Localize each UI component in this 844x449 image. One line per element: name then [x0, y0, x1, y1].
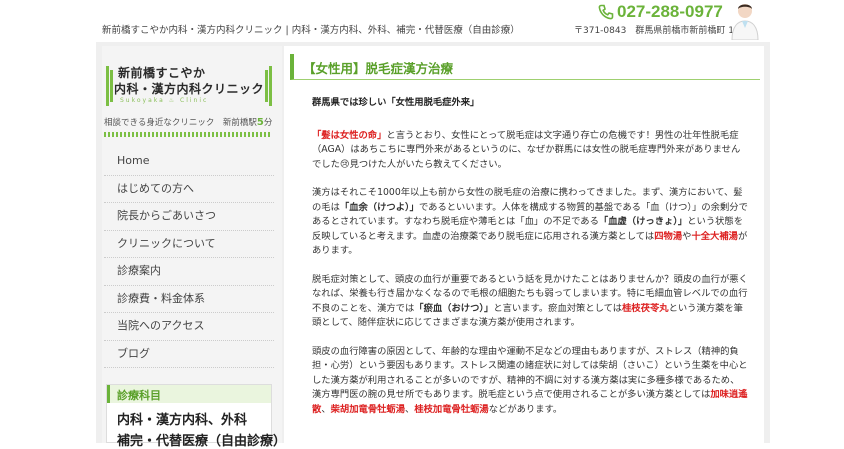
departments-box: 診療科目 内科・漢方内科、外科 補完・代替医療（自由診療）: [106, 384, 286, 449]
emphasis-text: 「血虚（けっきょ）」: [598, 216, 688, 227]
logo-bar-left-inner: [110, 70, 113, 102]
paragraph-text: などがあります。: [488, 403, 563, 415]
phone-number[interactable]: 027-288-0977: [598, 2, 723, 22]
menu-item-about[interactable]: クリニックについて: [104, 231, 274, 258]
dotted-divider: [104, 132, 272, 137]
paragraph-text: 頭皮の血行障害の原因として、年齢的な理由や運動不足などの理由もありますが、ストレ…: [312, 345, 748, 401]
departments-heading: 診療科目: [117, 389, 161, 402]
doctor-avatar: [731, 4, 759, 40]
article-paragraph-4: 頭皮の血行障害の原因として、年齢的な理由や運動不足などの理由もありますが、ストレ…: [312, 345, 748, 418]
phone-text: 027-288-0977: [617, 2, 723, 21]
menu-item-first-visit[interactable]: はじめての方へ: [104, 176, 274, 203]
menu-item-access[interactable]: 当院へのアクセス: [104, 313, 274, 341]
site-header: 新前橋すこやか内科・漢方内科クリニック | 内科・漢方内科、外科、補完・代替医療…: [0, 0, 844, 42]
sidebar-menu: Home はじめての方へ 院長からごあいさつ クリニックについて 診療案内 診療…: [104, 148, 274, 368]
menu-item-services[interactable]: 診療案内: [104, 258, 274, 286]
logo-title-line2: 内科・漢方内科クリニック: [114, 82, 265, 96]
logo-bar-right: [269, 66, 272, 106]
logo-roman-text: Sukoyaka ♨ Clinic: [120, 97, 209, 104]
menu-item-fees[interactable]: 診療費・料金体系: [104, 286, 274, 313]
site-description: 新前橋すこやか内科・漢方内科クリニック | 内科・漢方内科、外科、補完・代替医療…: [102, 25, 520, 36]
article-paragraph-3: 脱毛症対策として、頭皮の血行が重要であるという話を見かけたことはありませんか？頭…: [312, 273, 748, 331]
article-body: 群馬県では珍しい「女性用脱毛症外来」 「髪は女性の命」と言うとおり、女性にとって…: [312, 96, 748, 431]
clinic-logo[interactable]: 新前橋すこやか 内科・漢方内科クリニック Sukoyaka ♨ Clinic: [106, 62, 272, 110]
emphasis-text: 「瘀血（おけつ）」: [414, 302, 494, 314]
menu-item-blog[interactable]: ブログ: [104, 341, 274, 368]
tagline-unit: 分: [263, 118, 273, 128]
departments-heading-bar: 診療科目: [107, 385, 271, 403]
page-title: 【女性用】脱毛症漢方治療: [303, 61, 454, 76]
herb-name: 桂枝茯苓丸: [622, 302, 669, 314]
logo-bar-left: [106, 66, 109, 106]
menu-item-home[interactable]: Home: [104, 148, 274, 176]
departments-line2: 補完・代替医療（自由診療）: [117, 434, 287, 449]
emphasis-text: 「血余（けつよ）」: [339, 201, 419, 213]
emphasis-text: 「髪は女性の命」: [312, 129, 387, 141]
herb-name: 柴胡加竜骨牡蛎湯: [330, 403, 406, 415]
paragraph-text: 、: [405, 403, 415, 415]
article-paragraph-1: 「髪は女性の命」と言うとおり、女性にとって脱毛症は文字通り存亡の危機です！男性の…: [312, 129, 748, 173]
herb-name: 四物湯: [654, 230, 683, 242]
article-lead: 群馬県では珍しい「女性用脱毛症外来」: [312, 97, 480, 108]
departments-line1: 内科・漢方内科、外科: [117, 413, 248, 428]
logo-title-line1: 新前橋すこやか: [118, 66, 206, 80]
paragraph-text: 、: [321, 403, 331, 415]
logo-bar-right-inner: [265, 70, 268, 102]
page-title-bar: 【女性用】脱毛症漢方治療: [290, 54, 760, 80]
tagline: 相談できる身近なクリニック 新前橋駅5分: [104, 116, 272, 128]
herb-name: 桂枝加竜骨牡蛎湯: [414, 403, 489, 415]
tagline-text: 相談できる身近なクリニック 新前橋駅: [104, 118, 257, 128]
tagline-minutes: 5: [256, 117, 264, 128]
clinic-address: 〒371-0843 群馬県前橋市新前橋町 16-48: [574, 26, 755, 36]
paragraph-text: と言います。瘀血対策としては: [493, 302, 623, 314]
article-paragraph-2: 漢方はそれこそ1000年以上も前から女性の脱毛症の治療に携わってきました。まず、…: [312, 186, 748, 259]
herb-name: 十全大補湯: [691, 230, 738, 242]
phone-icon: [598, 4, 614, 20]
menu-item-greeting[interactable]: 院長からごあいさつ: [104, 203, 274, 231]
